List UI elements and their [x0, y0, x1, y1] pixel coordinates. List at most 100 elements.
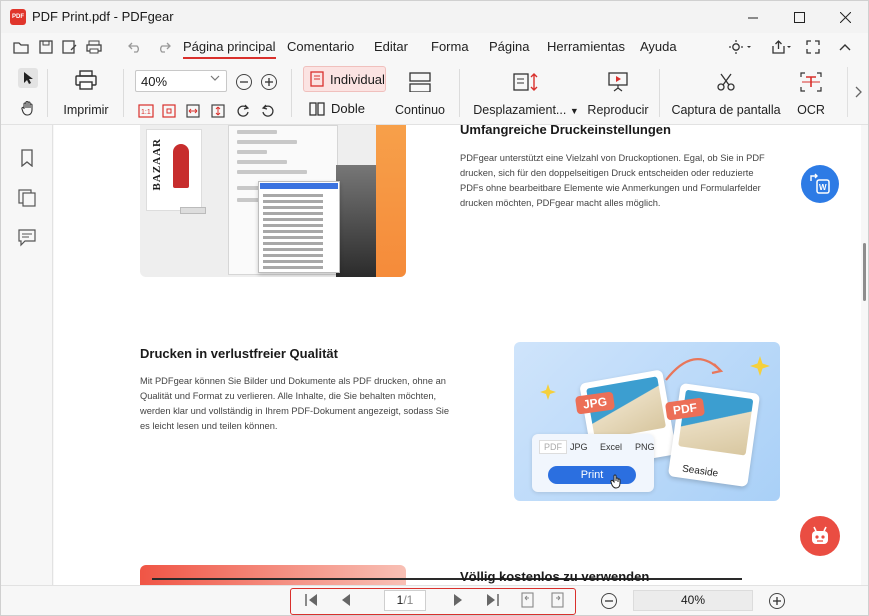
menu-ayuda[interactable]: Ayuda: [640, 39, 677, 54]
document-view[interactable]: BAZAAR Umfangreiche Druckeinstellungen P…: [54, 125, 861, 585]
status-bar: 1/1 40%: [1, 585, 868, 615]
section2-line: werden klar und vollständig in Ihrem PDF…: [140, 406, 450, 416]
section1-heading: Umfangreiche Druckeinstellungen: [460, 125, 671, 137]
double-page-view-button[interactable]: Doble: [309, 101, 365, 116]
pdfgear-logo-icon: PDF: [10, 9, 26, 25]
section2-line: Mit PDFgear können Sie Bilder und Dokume…: [140, 376, 446, 386]
next-page-icon[interactable]: [451, 592, 467, 608]
theme-sun-icon[interactable]: [729, 38, 753, 56]
menu-forma[interactable]: Forma: [431, 39, 469, 54]
continuous-view-button[interactable]: Continuo: [393, 67, 447, 117]
hand-tool-icon[interactable]: [20, 100, 36, 116]
select-cursor-icon[interactable]: [18, 68, 38, 88]
section3-heading: Völlig kostenlos zu verwenden: [460, 569, 650, 584]
share-icon[interactable]: [771, 38, 793, 56]
previous-page-icon[interactable]: [337, 592, 353, 608]
dialog-line: [237, 170, 307, 174]
dialog-line: [237, 140, 297, 144]
zoom-select-value: 40%: [141, 74, 168, 89]
dropdown-row: [263, 230, 323, 233]
print-quick-icon[interactable]: [85, 38, 103, 56]
orange-accent-bar: [376, 125, 406, 277]
single-page-label: Individual: [330, 71, 385, 87]
print-settings-illustration: BAZAAR: [140, 125, 406, 277]
redo-icon[interactable]: [155, 38, 173, 56]
status-zoom-value[interactable]: 40%: [633, 590, 753, 611]
format-option: Excel: [600, 442, 623, 452]
continuous-icon: [409, 67, 431, 97]
dropdown-row: [263, 224, 323, 227]
dropdown-row: [263, 206, 323, 209]
dialog-line: [237, 160, 287, 164]
dropdown-row: [263, 218, 323, 221]
magazine-thumbnail: BAZAAR: [146, 129, 202, 211]
section2-line: es leicht lesen und teilen können.: [140, 421, 278, 431]
dropdown-row: [263, 242, 323, 245]
menu-editar[interactable]: Editar: [374, 39, 408, 54]
next-view-icon[interactable]: [550, 592, 566, 608]
fullscreen-icon[interactable]: [806, 38, 820, 56]
rotate-clockwise-icon[interactable]: [235, 103, 251, 119]
preview-details-button: [180, 207, 206, 214]
format-option: JPG: [570, 442, 588, 452]
section1-line: drucken möchten, PDFgear macht alles mög…: [460, 198, 661, 208]
dropdown-selected-row: [260, 183, 338, 189]
ribbon-separator: [659, 69, 660, 117]
scroll-mode-label: Desplazamient... ▼: [473, 103, 579, 117]
actual-size-icon[interactable]: 1:1: [138, 103, 154, 119]
fit-height-icon[interactable]: [210, 103, 226, 119]
continuous-label: Continuo: [394, 103, 446, 117]
minimize-button[interactable]: [730, 1, 776, 33]
rotate-counterclockwise-icon[interactable]: [260, 103, 276, 119]
double-page-icon: [309, 101, 325, 116]
fit-page-icon[interactable]: [161, 103, 177, 119]
zoom-select[interactable]: 40%: [135, 70, 227, 92]
zoom-out-button[interactable]: [236, 74, 252, 90]
thumbnails-icon[interactable]: [18, 189, 36, 207]
screenshot-button[interactable]: Captura de pantalla: [671, 67, 781, 117]
collapse-ribbon-icon[interactable]: [839, 38, 851, 56]
menu-herramientas[interactable]: Herramientas: [547, 39, 625, 54]
arrow-curve-icon: [665, 358, 724, 381]
save-icon[interactable]: [37, 38, 55, 56]
play-slideshow-button[interactable]: Reproducir: [587, 67, 649, 117]
save-as-icon[interactable]: [61, 38, 79, 56]
dialog-line: [237, 130, 277, 134]
ocr-icon: [800, 67, 822, 97]
status-zoom-out-button[interactable]: [601, 593, 617, 609]
page-number-field[interactable]: 1/1: [384, 590, 426, 611]
menu-pagina-principal[interactable]: Página principal: [183, 39, 276, 59]
paper-size-dropdown-mock: [258, 181, 340, 273]
dropdown-row: [263, 248, 323, 251]
scroll-mode-text: Desplazamient...: [473, 103, 567, 117]
menu-comentario[interactable]: Comentario: [287, 39, 354, 54]
single-page-view-button[interactable]: Individual: [303, 66, 386, 92]
open-folder-icon[interactable]: [12, 38, 30, 56]
bookmark-icon[interactable]: [18, 149, 36, 167]
presentation-icon: [607, 67, 629, 97]
scroll-mode-button[interactable]: Desplazamient... ▼: [473, 67, 579, 117]
maximize-button[interactable]: [776, 1, 822, 33]
comments-panel-icon[interactable]: [18, 229, 36, 247]
last-page-icon[interactable]: [485, 592, 501, 608]
first-page-icon[interactable]: [303, 592, 319, 608]
ocr-button[interactable]: OCR: [791, 67, 831, 117]
menu-pagina[interactable]: Página: [489, 39, 529, 54]
section1-line: drucken, sich für den doppelseitigen Dru…: [460, 168, 754, 178]
sparkle-large-icon: [750, 356, 770, 376]
ribbon-scroll-right-icon[interactable]: [847, 67, 867, 117]
ribbon-separator: [123, 69, 124, 117]
print-button[interactable]: Imprimir: [63, 65, 109, 117]
ai-assistant-robot-icon[interactable]: [800, 516, 840, 556]
dropdown-row: [263, 212, 323, 215]
fit-width-icon[interactable]: [185, 103, 201, 119]
ribbon-separator: [291, 69, 292, 117]
previous-view-icon[interactable]: [519, 592, 535, 608]
status-zoom-in-button[interactable]: [769, 593, 785, 609]
undo-icon[interactable]: [126, 38, 144, 56]
zoom-in-button[interactable]: [261, 74, 277, 90]
scrollbar-thumb[interactable]: [863, 243, 866, 301]
vertical-scrollbar[interactable]: [861, 125, 868, 585]
close-button[interactable]: [822, 1, 868, 33]
convert-to-word-icon[interactable]: W: [801, 165, 839, 203]
